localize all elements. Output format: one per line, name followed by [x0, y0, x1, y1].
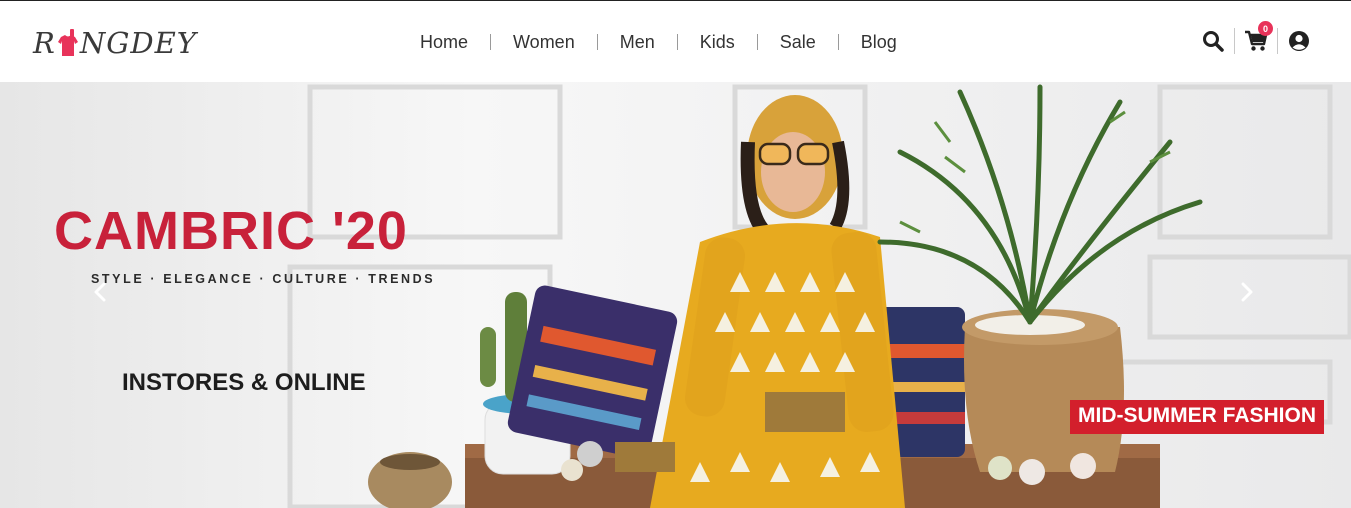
chevron-right-icon[interactable]	[1235, 280, 1259, 304]
tshirt-logo-icon	[57, 28, 79, 58]
shopping-cart-icon[interactable]: 0	[1243, 21, 1273, 54]
nav-divider	[676, 34, 678, 50]
nav-blog[interactable]: Blog	[861, 32, 897, 53]
hero-title: CAMBRIC '20	[54, 201, 408, 261]
hero-background-image	[0, 82, 1351, 508]
nav-home[interactable]: Home	[420, 32, 468, 53]
user-circle-icon[interactable]	[1286, 28, 1312, 54]
nav-divider	[837, 34, 839, 50]
nav-women[interactable]: Women	[513, 32, 575, 53]
cart-count-badge: 0	[1258, 21, 1273, 36]
nav-divider	[490, 34, 492, 50]
icon-divider	[1234, 28, 1235, 54]
logo-text-right: NGDEY	[79, 26, 197, 60]
logo-text-left: R	[33, 26, 56, 60]
nav-kids[interactable]: Kids	[700, 32, 735, 53]
nav-divider	[596, 34, 598, 50]
header-actions: 0	[1200, 21, 1312, 55]
search-icon[interactable]	[1200, 28, 1226, 54]
nav-divider	[756, 34, 758, 50]
nav-men[interactable]: Men	[620, 32, 655, 53]
hero-banner[interactable]: CAMBRIC '20 STYLE · ELEGANCE · CULTURE ·…	[0, 82, 1351, 508]
brand-logo[interactable]: R NGDEY	[33, 23, 197, 63]
hero-subtitle: INSTORES & ONLINE	[122, 369, 366, 396]
site-header: R NGDEY Home Women Men Kids Sale Blog 0	[0, 1, 1351, 82]
hero-tagline: STYLE · ELEGANCE · CULTURE · TRENDS	[91, 272, 436, 286]
main-nav: Home Women Men Kids Sale Blog	[420, 30, 897, 54]
promo-badge: MID-SUMMER FASHION	[1070, 400, 1324, 434]
icon-divider	[1277, 28, 1278, 54]
nav-sale[interactable]: Sale	[780, 32, 816, 53]
